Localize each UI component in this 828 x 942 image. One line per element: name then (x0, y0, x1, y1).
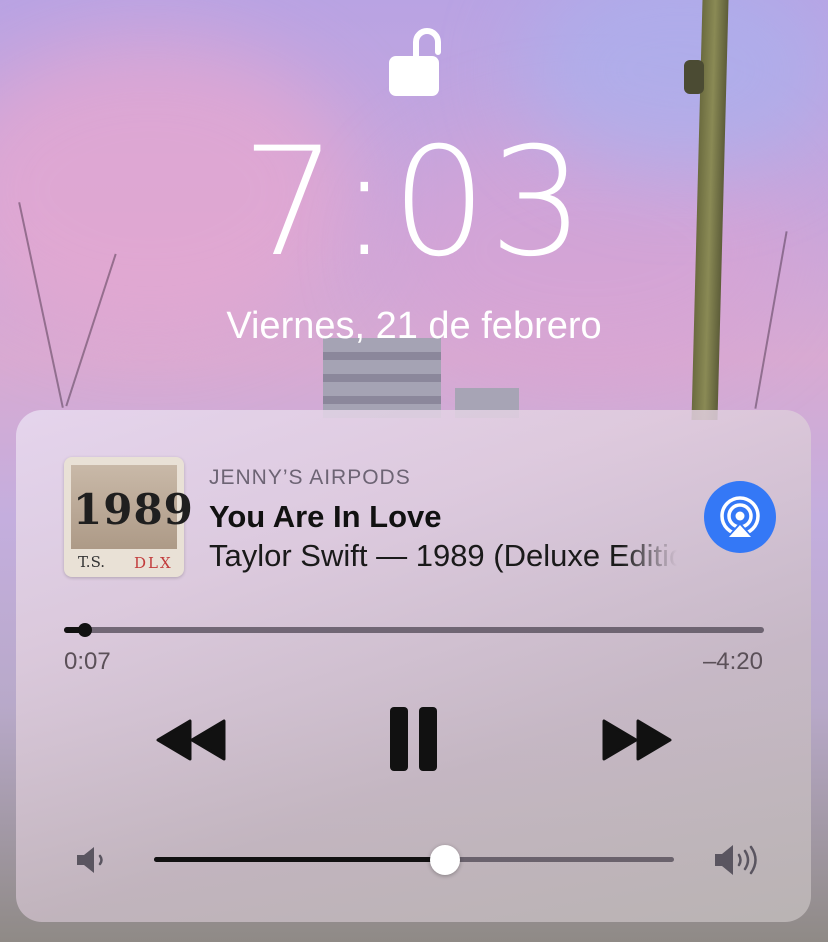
wallpaper-street-lamp (684, 60, 704, 94)
now-playing-widget: 1989 T.S. DLX JENNY’S AIRPODS You Are In… (16, 410, 811, 922)
volume-level-fill (154, 857, 446, 862)
volume-slider-handle[interactable] (430, 845, 461, 875)
album-artwork[interactable]: 1989 T.S. DLX (64, 457, 194, 577)
track-title: You Are In Love (209, 499, 442, 534)
playback-scrubber[interactable] (64, 623, 764, 637)
fast-forward-button[interactable] (602, 719, 674, 761)
fast-forward-icon (602, 719, 672, 761)
rewind-button[interactable] (156, 719, 228, 761)
album-cover-year: 1989 (73, 485, 194, 534)
lock-screen: 7:03 Viernes, 21 de febrero 1989 T.S. DL… (0, 0, 828, 942)
album-cover-edition: DLX (134, 554, 173, 572)
airplay-icon (720, 496, 760, 538)
remaining-time: –4:20 (702, 648, 763, 675)
clock-time: 7:03 (241, 116, 587, 290)
volume-slider[interactable] (154, 845, 674, 875)
pause-button[interactable] (389, 706, 439, 772)
rewind-icon (156, 719, 226, 761)
speaker-high-icon (715, 845, 757, 875)
track-artist-album: Taylor Swift — 1989 (Deluxe Edition) (209, 538, 677, 573)
unlocked-padlock-icon (389, 22, 441, 98)
album-cover-initials: T.S. (78, 553, 106, 571)
pause-icon (390, 707, 437, 771)
airplay-button[interactable] (704, 481, 776, 553)
output-device-label: JENNY’S AIRPODS (209, 466, 411, 489)
wallpaper-building (323, 338, 441, 418)
playback-scrubber-handle[interactable] (78, 623, 92, 637)
speaker-low-icon (77, 847, 103, 873)
elapsed-time: 0:07 (64, 648, 111, 675)
clock-date: Viernes, 21 de febrero (226, 305, 602, 347)
